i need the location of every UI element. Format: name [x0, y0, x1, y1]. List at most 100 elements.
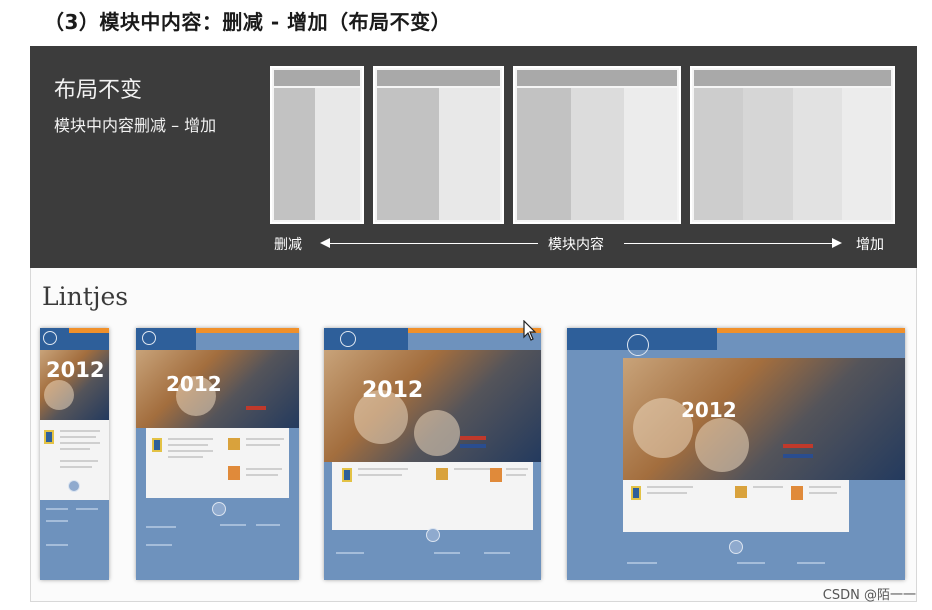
text-line [168, 444, 208, 446]
site-hero-image [623, 358, 905, 480]
frame-header-bar [694, 70, 891, 86]
text-line [753, 486, 783, 488]
footer-circle-icon [729, 540, 743, 554]
text-line [60, 430, 100, 432]
footer-line [46, 520, 68, 522]
frame-header-bar [274, 70, 360, 86]
text-line [454, 468, 490, 470]
text-line [60, 466, 92, 468]
site-preview-tablet-small: 2012 [136, 328, 299, 580]
frame-header-bar [517, 70, 677, 86]
seal-icon [340, 331, 356, 347]
text-line [168, 450, 213, 452]
hero-year: 2012 [166, 372, 222, 396]
reduce-label: 删减 [274, 237, 302, 253]
site-orange-bar [196, 328, 299, 333]
layout-frame-2 [373, 66, 504, 224]
text-line [60, 442, 100, 444]
footer-line [76, 508, 98, 510]
frame-column [274, 88, 316, 220]
cross-icon [735, 486, 747, 498]
hero-year: 2012 [46, 358, 105, 382]
arrow-line-right [624, 243, 834, 244]
site-content-area [623, 480, 849, 532]
content-scale-arrow: 删减 模块内容 增加 [30, 234, 917, 254]
site-preview-mobile: 2012 [40, 328, 109, 580]
plate-shape [695, 418, 749, 472]
site-preview-desktop: 2012 [567, 328, 905, 580]
text-line [358, 468, 408, 470]
frame-column [315, 88, 360, 220]
lintjes-title: Lintjes [42, 282, 129, 311]
footer-line [434, 552, 460, 554]
arrow-line-left [328, 243, 538, 244]
frame-column [438, 88, 500, 220]
text-line [168, 438, 213, 440]
site-preview-tablet: 2012 [324, 328, 541, 580]
frame-column [694, 88, 744, 220]
site-hero-image [324, 350, 541, 462]
text-line [506, 468, 528, 470]
layout-frame-1 [270, 66, 364, 224]
emblem-icon [791, 486, 803, 500]
hero-year: 2012 [681, 398, 737, 422]
text-line [358, 474, 402, 476]
footer-circle-icon [68, 480, 80, 492]
text-line [246, 468, 282, 470]
footer-line [146, 544, 172, 546]
frame-column [377, 88, 439, 220]
frame-column [743, 88, 793, 220]
text-line [809, 492, 837, 494]
layout-frame-3 [513, 66, 681, 224]
footer-line [737, 562, 765, 564]
footer-line [146, 526, 176, 528]
site-content-area [146, 428, 289, 498]
footer-line [46, 544, 68, 546]
cross-icon [228, 438, 240, 450]
text-line [246, 438, 284, 440]
seal-icon [142, 331, 156, 345]
watermark: CSDN @陌一一 [822, 588, 916, 603]
footer-circle-icon [426, 528, 440, 542]
text-line [60, 448, 90, 450]
footer-line [220, 524, 246, 526]
plate-shape [44, 380, 74, 410]
flag-stripe [783, 454, 813, 458]
frame-column [517, 88, 572, 220]
footer-line [46, 508, 68, 510]
flag-stripe [246, 406, 266, 410]
increase-label: 增加 [856, 237, 884, 253]
frame-columns [694, 88, 891, 220]
module-content-label: 模块内容 [548, 237, 604, 253]
flag-stripe [460, 444, 486, 448]
page-heading: （3）模块中内容：删减 - 增加（布局不变） [44, 10, 452, 34]
medal-icon [44, 430, 54, 444]
hero-year: 2012 [362, 378, 424, 403]
seal-icon [43, 331, 57, 345]
text-line [246, 444, 280, 446]
seal-icon [627, 334, 649, 356]
mouse-cursor-icon [523, 320, 537, 341]
medal-icon [152, 438, 162, 452]
diagram-subtitle: 模块中内容删减 – 增加 [54, 116, 217, 135]
frame-header-bar [377, 70, 500, 86]
diagram-title: 布局不变 [54, 78, 143, 103]
site-orange-bar [717, 328, 905, 333]
site-orange-bar [408, 328, 541, 333]
layout-diagram-panel: 布局不变 模块中内容删减 – 增加 删减 模块内容 增加 [30, 46, 917, 268]
footer-line [336, 552, 364, 554]
text-line [809, 486, 841, 488]
site-logo-block [324, 328, 408, 350]
medal-icon [342, 468, 352, 482]
site-orange-bar [69, 328, 109, 333]
frame-columns [517, 88, 677, 220]
site-content-area [332, 462, 533, 530]
text-line [60, 460, 98, 462]
cross-icon [436, 468, 448, 480]
footer-line [627, 562, 657, 564]
text-line [506, 474, 526, 476]
frame-columns [274, 88, 360, 220]
flag-stripe [783, 444, 813, 448]
text-line [168, 456, 203, 458]
emblem-icon [490, 468, 502, 482]
